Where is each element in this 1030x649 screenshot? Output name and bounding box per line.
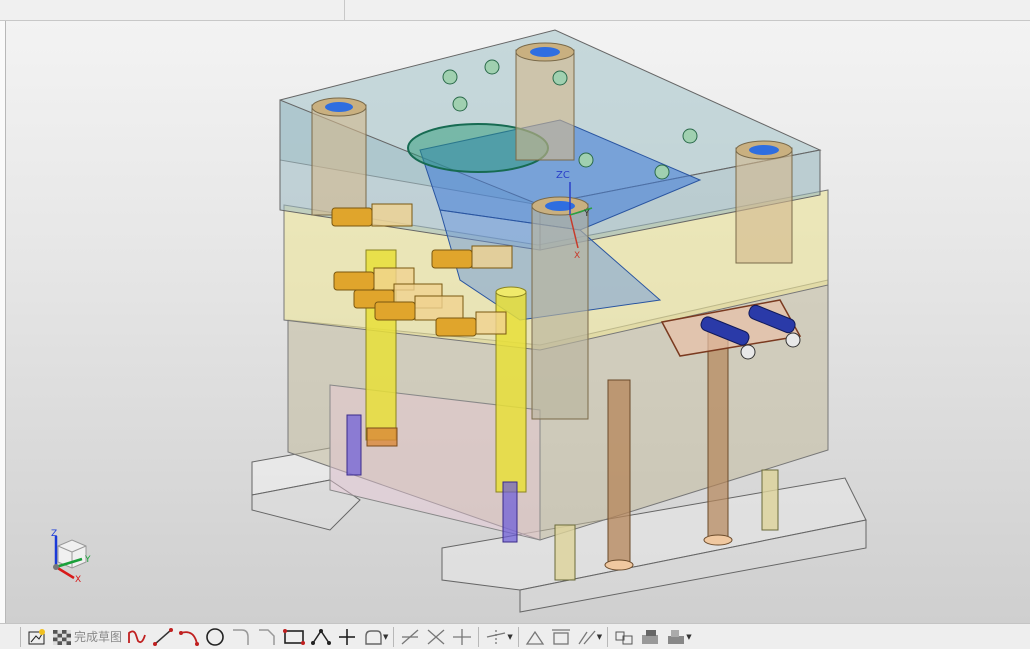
checkered-flag-icon xyxy=(53,629,71,645)
pin-foot xyxy=(703,534,733,546)
return-pin-head xyxy=(495,286,527,298)
polygon-icon xyxy=(311,628,332,645)
display-constraints-icon xyxy=(615,631,633,644)
support-pillar[interactable] xyxy=(761,469,779,531)
polygon-button[interactable] xyxy=(310,626,332,648)
toolbar-separator xyxy=(607,626,609,647)
guide-bushing[interactable] xyxy=(531,196,589,420)
finish-sketch-button[interactable]: 完成草图 xyxy=(52,626,122,648)
toolbar-separator xyxy=(393,626,395,647)
circle-icon xyxy=(206,627,224,646)
triad-y-label: Y xyxy=(84,555,91,565)
arc-icon xyxy=(179,630,200,646)
alternate-solution-icon xyxy=(668,629,685,644)
support-pillar[interactable] xyxy=(554,524,576,581)
circle-button[interactable] xyxy=(204,626,226,648)
wcs-zc-label: ZC xyxy=(556,170,570,181)
alternate-solution-button[interactable]: ▼ xyxy=(665,626,692,648)
pin-foot xyxy=(604,559,634,571)
socket-screw xyxy=(442,69,458,85)
socket-screw xyxy=(682,128,698,144)
ejector-pin[interactable] xyxy=(707,329,729,541)
trim-icon xyxy=(401,629,419,644)
guide-bushing[interactable] xyxy=(735,140,793,264)
chamfer-icon xyxy=(259,628,275,645)
stop-pin[interactable] xyxy=(502,481,518,543)
corner-button[interactable] xyxy=(451,626,473,648)
geometric-constraint-button[interactable] xyxy=(524,626,546,648)
fillet-button[interactable] xyxy=(230,626,252,648)
convert-reference-button[interactable] xyxy=(639,626,661,648)
socket-screw xyxy=(484,59,500,75)
geometric-constraint-icon xyxy=(525,630,545,645)
stop-pin[interactable] xyxy=(346,414,362,476)
arc-button[interactable] xyxy=(178,626,200,648)
socket-screw xyxy=(578,152,594,168)
chevron-down-icon[interactable]: ▼ xyxy=(686,633,691,641)
make-symmetric-icon xyxy=(487,629,506,644)
chamfer-button[interactable] xyxy=(256,626,278,648)
wcs-x-label: X xyxy=(574,251,580,261)
line-button[interactable] xyxy=(152,626,174,648)
rectangle-icon xyxy=(283,628,306,645)
toolbar-separator xyxy=(478,626,480,647)
chevron-down-icon[interactable]: ▼ xyxy=(597,633,602,641)
mold-assembly-model[interactable]: ZC Y X Z Y X xyxy=(0,21,1030,623)
profile-button[interactable] xyxy=(126,626,148,648)
dimension-button[interactable] xyxy=(550,626,572,648)
dimension-icon xyxy=(551,628,570,645)
point-button[interactable] xyxy=(336,626,358,648)
profile-icon xyxy=(128,630,146,643)
make-symmetric-button[interactable]: ▼ xyxy=(484,626,513,648)
triad-z-label: Z xyxy=(51,529,57,539)
sketch-toolbar: 完成草图 ▼ ▼ ▼ ▼ xyxy=(0,623,1030,649)
fillet-icon xyxy=(233,628,249,645)
chevron-down-icon[interactable]: ▼ xyxy=(383,633,388,641)
toolbar-separator xyxy=(517,626,519,647)
constraint-options-icon xyxy=(578,630,596,644)
extend-button[interactable] xyxy=(425,626,447,648)
convert-reference-icon xyxy=(642,629,659,644)
display-constraints-button[interactable] xyxy=(613,626,635,648)
pin-collar xyxy=(366,427,398,447)
ejector-pin[interactable] xyxy=(607,379,631,566)
top-strip xyxy=(0,0,1030,21)
offset-curve-button[interactable]: ▼ xyxy=(362,626,388,648)
graphics-viewport[interactable]: ZC Y X Z Y X xyxy=(0,21,1030,623)
trim-button[interactable] xyxy=(399,626,421,648)
socket-screw xyxy=(452,96,468,112)
corner-icon xyxy=(453,628,472,645)
view-triad[interactable]: Z Y X xyxy=(51,529,91,585)
sketch-icon xyxy=(28,628,45,644)
chevron-down-icon[interactable]: ▼ xyxy=(507,633,512,641)
sketch-icon-button[interactable] xyxy=(26,626,48,648)
constraint-options-button[interactable]: ▼ xyxy=(576,626,602,648)
guide-bushing[interactable] xyxy=(311,97,367,216)
toolbar-separator xyxy=(20,626,21,647)
wcs-y-label: Y xyxy=(583,209,590,219)
extend-icon xyxy=(427,629,445,644)
triad-x-label: X xyxy=(75,575,81,585)
line-icon xyxy=(153,627,174,646)
top-strip-segment xyxy=(0,0,345,20)
rectangle-button[interactable] xyxy=(282,626,306,648)
guide-bushing[interactable] xyxy=(515,42,575,161)
offset-curve-icon xyxy=(365,629,382,645)
point-icon xyxy=(339,628,356,645)
finish-sketch-label: 完成草图 xyxy=(74,630,123,644)
socket-screw xyxy=(654,164,670,180)
socket-screw xyxy=(552,70,568,86)
